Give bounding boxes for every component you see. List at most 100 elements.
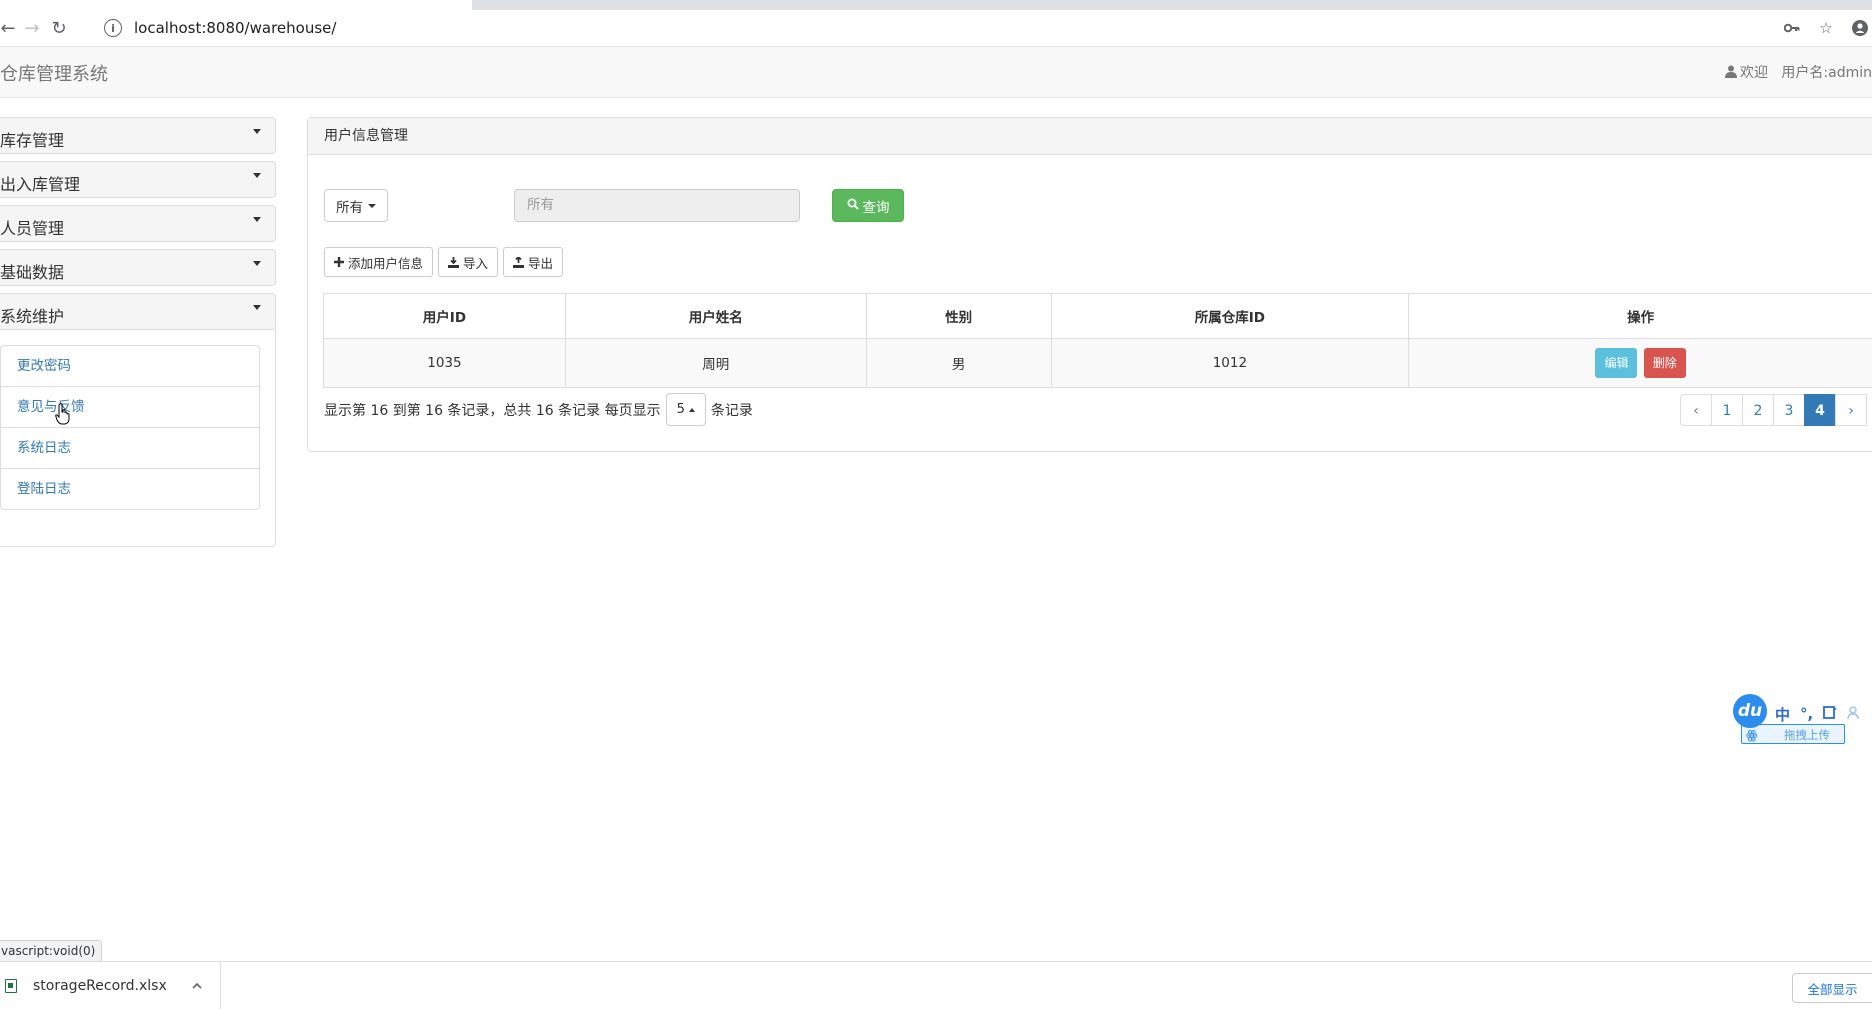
panel-title: 用户信息管理 bbox=[308, 118, 1872, 155]
menu-group-label: 人员管理 bbox=[0, 215, 64, 239]
drag-upload-label: 拖拽上传 bbox=[1784, 728, 1830, 742]
site-info-icon[interactable]: i bbox=[104, 19, 122, 37]
caret-down-icon bbox=[253, 261, 261, 266]
caret-down-icon bbox=[253, 305, 261, 310]
import-icon bbox=[448, 257, 459, 268]
column-header-user-name[interactable]: 用户姓名 bbox=[565, 294, 866, 339]
delete-button[interactable]: 删除 bbox=[1644, 348, 1686, 378]
submenu-item-change-password[interactable]: 更改密码 bbox=[1, 346, 259, 387]
back-icon[interactable]: ← bbox=[0, 16, 20, 40]
filter-dropdown[interactable]: 所有 bbox=[324, 189, 388, 222]
menu-group-personnel[interactable]: 人员管理 bbox=[0, 205, 276, 242]
ime-toolbar: 中 °, bbox=[1767, 702, 1872, 726]
add-user-label: 添加用户信息 bbox=[348, 253, 423, 272]
profile-icon[interactable] bbox=[1848, 16, 1872, 40]
cell-user-name: 周明 bbox=[565, 339, 866, 388]
pagination: ‹ 1 2 3 4 › bbox=[1681, 394, 1867, 426]
brand-title[interactable]: 仓库管理系统 bbox=[0, 60, 108, 86]
search-input[interactable]: 所有 bbox=[514, 189, 800, 222]
action-toolbar: 添加用户信息 导入 导出 bbox=[324, 247, 563, 277]
user-table: 用户ID 用户姓名 性别 所属仓库ID 操作 1035 周明 男 1012 编辑… bbox=[323, 293, 1872, 388]
query-button-label: 查询 bbox=[863, 196, 890, 216]
pagination-summary: 显示第 16 到第 16 条记录，总共 16 条记录 每页显示 bbox=[324, 400, 661, 420]
chevron-up-icon[interactable] bbox=[192, 978, 202, 993]
menu-group-stock-in-out[interactable]: 出入库管理 bbox=[0, 161, 276, 198]
bookmark-star-icon[interactable]: ☆ bbox=[1814, 16, 1838, 40]
key-icon[interactable] bbox=[1780, 16, 1804, 40]
user-management-panel: 用户信息管理 所有 所有 查询 添加用户信息 导入 导出 bbox=[307, 117, 1872, 452]
menu-group-label: 出入库管理 bbox=[0, 171, 80, 195]
ime-skin-icon[interactable] bbox=[1823, 705, 1837, 723]
browser-tabstrip bbox=[0, 0, 1872, 10]
cell-warehouse-id: 1012 bbox=[1051, 339, 1409, 388]
forward-icon[interactable]: → bbox=[20, 16, 44, 40]
user-info[interactable]: 欢迎 用户名:admin bbox=[1725, 62, 1872, 82]
filter-dropdown-label: 所有 bbox=[336, 196, 363, 216]
page-size-value: 5 bbox=[677, 402, 685, 417]
system-submenu-panel: 更改密码 意见与反馈 系统日志 登陆日志 bbox=[0, 329, 276, 547]
sidebar: 库存管理 出入库管理 人员管理 基础数据 系统维护 更改密码 意见与反馈 系统日… bbox=[0, 117, 276, 547]
import-label: 导入 bbox=[463, 253, 488, 272]
app-navbar: 仓库管理系统 欢迎 用户名:admin bbox=[0, 47, 1872, 98]
pagination-info: 显示第 16 到第 16 条记录，总共 16 条记录 每页显示 5 条记录 bbox=[324, 393, 753, 426]
welcome-text: 欢迎 bbox=[1740, 65, 1768, 81]
caret-down-icon bbox=[253, 173, 261, 178]
column-header-warehouse-id[interactable]: 所属仓库ID bbox=[1051, 294, 1409, 339]
caret-down-icon bbox=[368, 204, 376, 208]
submenu-item-system-log[interactable]: 系统日志 bbox=[1, 428, 259, 469]
address-bar[interactable]: i localhost:8080/warehouse/ bbox=[96, 14, 1856, 42]
menu-group-inventory[interactable]: 库存管理 bbox=[0, 117, 276, 154]
page-button-4[interactable]: 4 bbox=[1804, 394, 1836, 426]
export-button[interactable]: 导出 bbox=[503, 247, 563, 277]
hand-cursor-icon bbox=[55, 403, 71, 429]
submenu-item-login-log[interactable]: 登陆日志 bbox=[1, 469, 259, 509]
export-label: 导出 bbox=[528, 253, 553, 272]
ime-widget[interactable]: ꙮ 拖拽上传 du 中 °, bbox=[1733, 694, 1872, 754]
username-text: 用户名:admin bbox=[1781, 65, 1872, 81]
baidu-ime-logo[interactable]: du bbox=[1733, 694, 1767, 728]
edit-button[interactable]: 编辑 bbox=[1595, 348, 1637, 378]
page-button-3[interactable]: 3 bbox=[1773, 394, 1805, 426]
cell-user-id: 1035 bbox=[324, 339, 566, 388]
import-button[interactable]: 导入 bbox=[438, 247, 498, 277]
add-user-button[interactable]: 添加用户信息 bbox=[324, 247, 433, 277]
browser-tab-active[interactable] bbox=[0, 0, 232, 10]
table-row: 1035 周明 男 1012 编辑 删除 bbox=[324, 339, 1872, 388]
drag-upload-button[interactable]: ꙮ 拖拽上传 bbox=[1741, 724, 1845, 744]
query-button[interactable]: 查询 bbox=[832, 189, 904, 222]
search-icon bbox=[847, 198, 859, 214]
page-size-dropdown[interactable]: 5 bbox=[666, 393, 706, 426]
cloud-icon: ꙮ bbox=[1746, 728, 1762, 742]
page-button-1[interactable]: 1 bbox=[1711, 394, 1743, 426]
column-header-actions: 操作 bbox=[1409, 294, 1872, 339]
menu-group-label: 系统维护 bbox=[0, 303, 64, 327]
column-header-gender[interactable]: 性别 bbox=[866, 294, 1051, 339]
column-header-user-id[interactable]: 用户ID bbox=[324, 294, 566, 339]
browser-toolbar: ← → ↻ i localhost:8080/warehouse/ ☆ bbox=[0, 10, 1872, 47]
download-item[interactable]: storageRecord.xlsx bbox=[0, 962, 221, 1009]
excel-file-icon bbox=[5, 979, 17, 993]
plus-icon bbox=[334, 257, 344, 267]
ime-mode-toggle[interactable]: 中 bbox=[1775, 704, 1790, 725]
reload-icon[interactable]: ↻ bbox=[47, 16, 71, 40]
caret-down-icon bbox=[253, 129, 261, 134]
caret-up-icon bbox=[689, 408, 695, 412]
menu-group-basic-data[interactable]: 基础数据 bbox=[0, 249, 276, 286]
browser-tab-inactive[interactable] bbox=[232, 0, 472, 10]
caret-down-icon bbox=[253, 217, 261, 222]
link-status-bubble: vascript:void(0) bbox=[0, 940, 102, 962]
url-text[interactable]: localhost:8080/warehouse/ bbox=[134, 19, 336, 37]
page-button-2[interactable]: 2 bbox=[1742, 394, 1774, 426]
page-prev-button[interactable]: ‹ bbox=[1680, 394, 1712, 426]
user-icon bbox=[1725, 65, 1737, 78]
menu-group-label: 基础数据 bbox=[0, 259, 64, 283]
ime-punctuation-toggle[interactable]: °, bbox=[1800, 705, 1813, 723]
table-header-row: 用户ID 用户姓名 性别 所属仓库ID 操作 bbox=[324, 294, 1872, 339]
submenu-item-feedback[interactable]: 意见与反馈 bbox=[1, 387, 259, 428]
menu-group-system[interactable]: 系统维护 bbox=[0, 293, 276, 330]
download-file-name[interactable]: storageRecord.xlsx bbox=[33, 978, 167, 994]
show-all-downloads-button[interactable]: 全部显示 bbox=[1792, 973, 1872, 1003]
ime-user-icon[interactable] bbox=[1847, 705, 1859, 723]
system-submenu: 更改密码 意见与反馈 系统日志 登陆日志 bbox=[0, 345, 260, 510]
page-next-button[interactable]: › bbox=[1835, 394, 1867, 426]
